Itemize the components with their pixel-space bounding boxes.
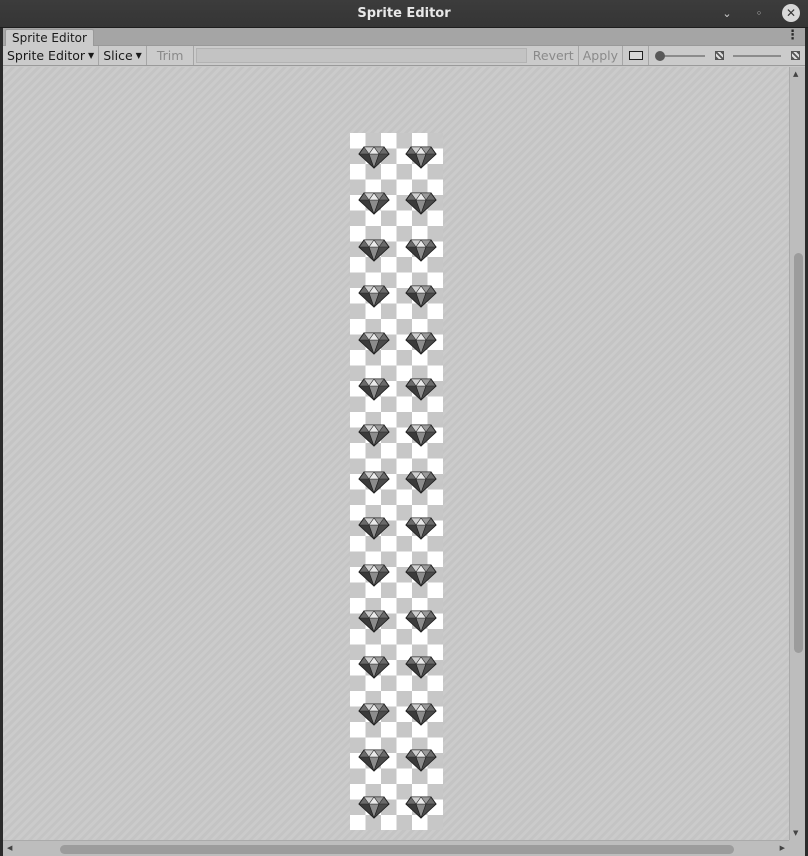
- diamond-gem-icon: [358, 470, 390, 494]
- diamond-gem-icon: [358, 748, 390, 773]
- chevron-down-icon: ▼: [88, 51, 95, 60]
- diamond-gem-icon: [404, 795, 437, 819]
- scroll-down-arrow-icon[interactable]: ▼: [793, 829, 798, 837]
- mipmap-large-icon: [789, 46, 801, 65]
- diamond-gem-icon: [404, 516, 437, 541]
- scroll-left-arrow-icon[interactable]: ◀: [7, 844, 12, 852]
- diamond-gem-icon: [404, 655, 437, 680]
- chevron-down-icon: ▼: [135, 51, 142, 60]
- sprite-canvas[interactable]: [3, 67, 789, 840]
- toolbar-spacer: [196, 48, 527, 63]
- diamond-gem-icon: [358, 702, 390, 726]
- vertical-scroll-thumb[interactable]: [794, 253, 803, 653]
- diamond-gem-icon: [404, 702, 437, 726]
- diamond-gem-icon: [404, 423, 437, 448]
- apply-button[interactable]: Apply: [579, 46, 623, 65]
- window-title: Sprite Editor: [357, 6, 451, 21]
- diamond-gem-icon: [404, 609, 437, 633]
- diamond-gem-icon: [358, 331, 390, 355]
- diamond-gem-icon: [358, 191, 390, 216]
- diamond-gem-icon: [358, 516, 390, 541]
- diamond-gem-icon: [404, 145, 437, 169]
- diamond-gem-icon: [358, 563, 390, 587]
- diamond-gem-icon: [358, 655, 390, 680]
- more-options-icon[interactable]: ⋮: [786, 28, 799, 44]
- rgb-channel-icon: [628, 51, 643, 60]
- diamond-gem-icon: [404, 238, 437, 262]
- diamond-gem-icon: [404, 331, 437, 355]
- sprite-sheet-texture[interactable]: [350, 133, 443, 830]
- horizontal-scroll-thumb[interactable]: [60, 845, 734, 854]
- diamond-gem-icon: [358, 423, 390, 448]
- zoom-slider[interactable]: [653, 46, 709, 65]
- diamond-gem-icon: [358, 284, 390, 309]
- window-titlebar: Sprite Editor ⌄ ◦ ✕: [0, 0, 808, 28]
- scroll-up-arrow-icon[interactable]: ▲: [793, 70, 798, 78]
- diamond-gem-icon: [404, 191, 437, 216]
- diamond-gem-icon: [404, 377, 437, 401]
- sprite-editor-window: Sprite Editor ⋮ Sprite Editor ▼ Slice ▼ …: [3, 28, 805, 856]
- horizontal-scrollbar[interactable]: ◀ ▶: [3, 840, 789, 856]
- scroll-right-arrow-icon[interactable]: ▶: [780, 844, 785, 852]
- diamond-gem-icon: [358, 609, 390, 633]
- revert-button[interactable]: Revert: [529, 46, 579, 65]
- diamond-gem-icon: [404, 563, 437, 587]
- window-controls: ⌄ ◦ ✕: [718, 4, 800, 22]
- mode-dropdown[interactable]: Sprite Editor ▼: [3, 46, 100, 65]
- mip-level-slider[interactable]: [729, 46, 785, 65]
- mipmap-small-icon: [713, 46, 725, 65]
- diamond-gem-icon: [358, 145, 390, 169]
- diamond-gem-icon: [358, 377, 390, 401]
- toolbar: Sprite Editor ▼ Slice ▼ Trim Revert Appl…: [3, 46, 805, 66]
- mode-dropdown-label: Sprite Editor: [7, 48, 86, 63]
- minimize-icon[interactable]: ⌄: [718, 4, 736, 22]
- diamond-gem-icon: [358, 795, 390, 819]
- slice-dropdown[interactable]: Slice ▼: [99, 46, 147, 65]
- diamond-gem-icon: [404, 284, 437, 309]
- display-mode-button[interactable]: [623, 46, 649, 65]
- diamond-gem-icon: [358, 238, 390, 262]
- tab-strip: Sprite Editor ⋮: [3, 28, 805, 47]
- scrollbar-corner: [789, 840, 805, 856]
- vertical-scrollbar[interactable]: ▲ ▼: [789, 67, 805, 840]
- diamond-gem-icon: [404, 748, 437, 773]
- tab-sprite-editor[interactable]: Sprite Editor: [5, 29, 94, 47]
- trim-button[interactable]: Trim: [147, 46, 195, 65]
- close-icon[interactable]: ✕: [782, 4, 800, 22]
- restore-icon[interactable]: ◦: [750, 4, 768, 22]
- slice-dropdown-label: Slice: [103, 48, 133, 63]
- diamond-gem-icon: [404, 470, 437, 494]
- zoom-slider-thumb[interactable]: [655, 51, 665, 61]
